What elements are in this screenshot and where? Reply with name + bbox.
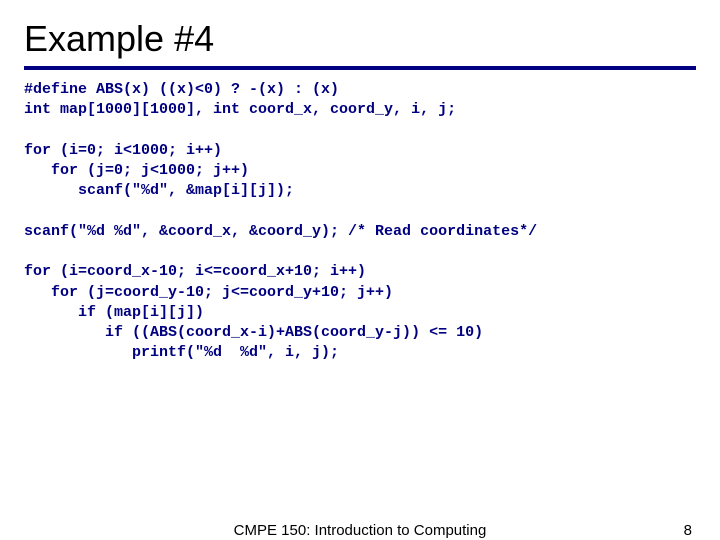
footer-page-number: 8 [684, 522, 692, 539]
slide-title: Example #4 [24, 18, 696, 60]
code-block: #define ABS(x) ((x)<0) ? -(x) : (x) int … [24, 80, 696, 364]
footer-course: CMPE 150: Introduction to Computing [234, 522, 487, 539]
title-underline [24, 66, 696, 70]
